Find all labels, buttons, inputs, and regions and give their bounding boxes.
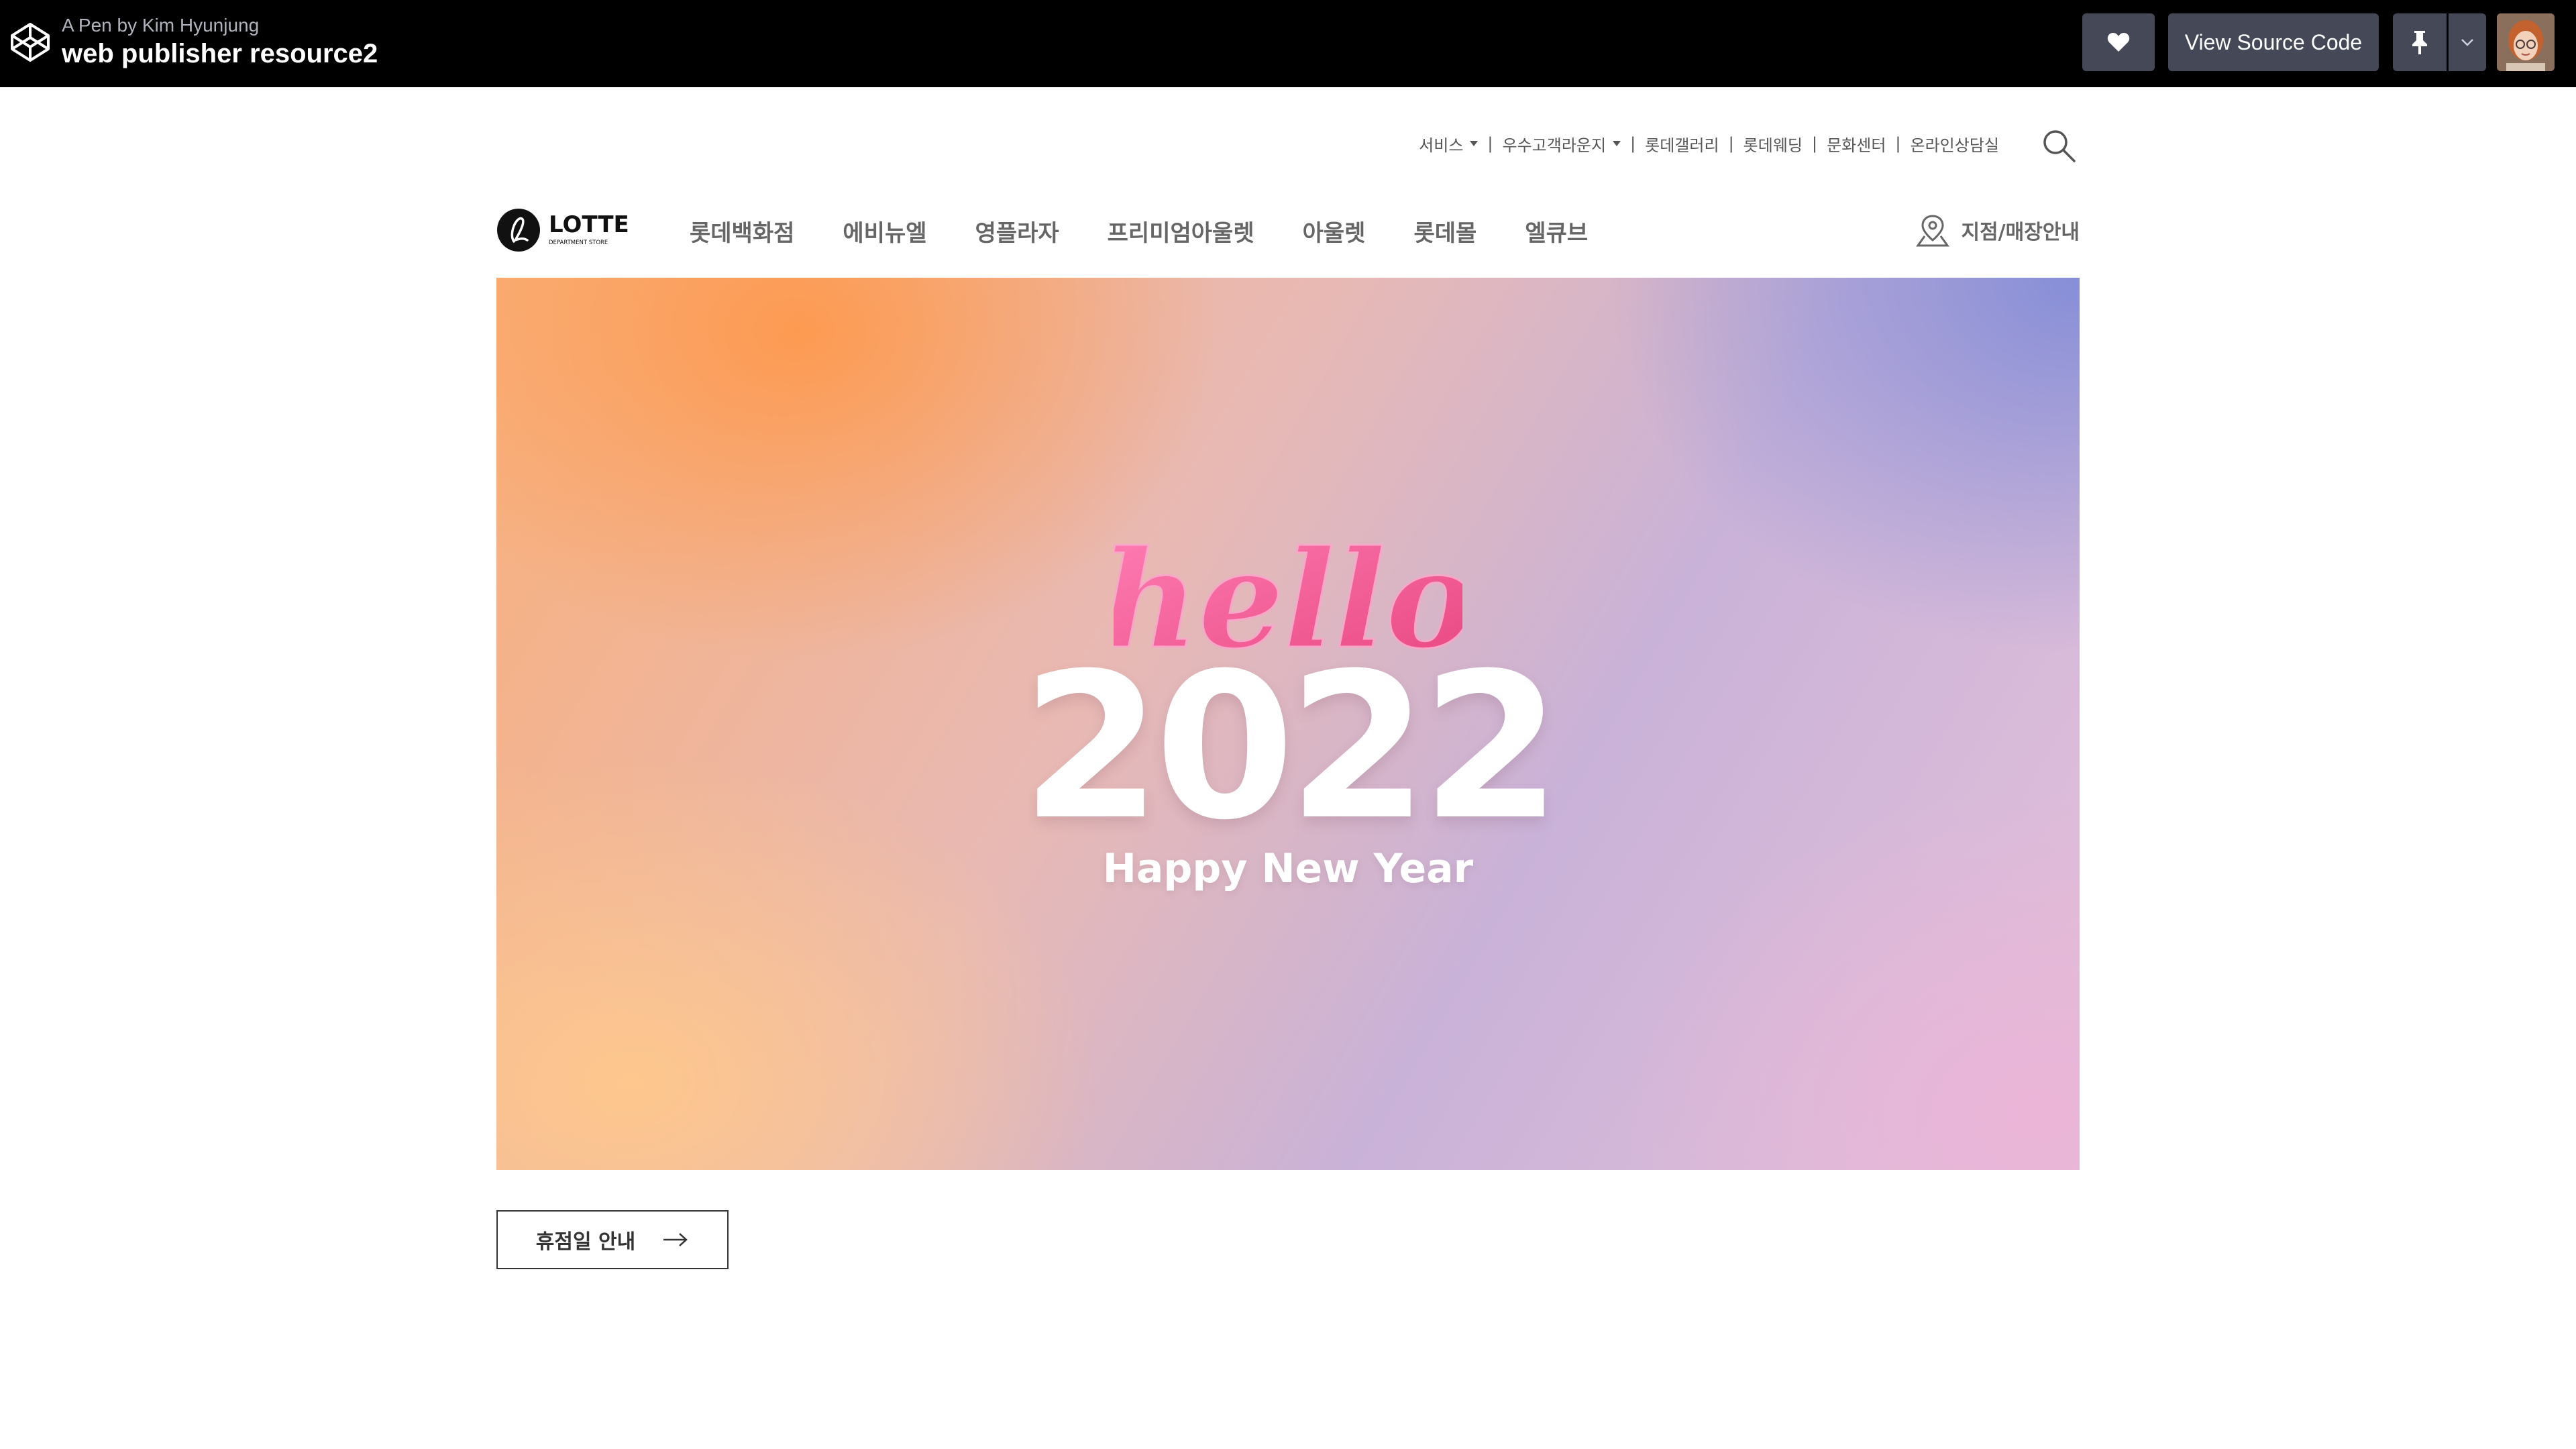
nav-item-young-plaza[interactable]: 영플라자 xyxy=(975,215,1059,247)
hello-script-graphic: hello xyxy=(1114,521,1462,680)
pin-button[interactable] xyxy=(2393,13,2447,71)
nav-item-lotte-department[interactable]: 롯데백화점 xyxy=(690,215,794,247)
view-source-button[interactable]: View Source Code xyxy=(2168,13,2379,71)
nav-item-avenuel[interactable]: 에비뉴엘 xyxy=(843,215,926,247)
util-item-online-consult[interactable]: 온라인상담실 xyxy=(1911,132,1999,156)
store-info-link[interactable]: 지점/매장안내 xyxy=(1915,213,2080,247)
avatar[interactable] xyxy=(2497,13,2555,71)
nav-item-elcube[interactable]: 엘큐브 xyxy=(1525,215,1588,247)
heart-icon xyxy=(2107,33,2130,52)
nav-item-lotte-mall[interactable]: 롯데몰 xyxy=(1413,215,1477,247)
util-item-service[interactable]: 서비스 xyxy=(1419,132,1479,156)
main-nav: 롯데백화점 에비뉴엘 영플라자 프리미엄아울렛 아울렛 롯데몰 엘큐브 xyxy=(690,215,1588,247)
logo-subtext: DEPARTMENT STORE xyxy=(549,239,608,246)
nav-item-premium-outlet[interactable]: 프리미엄아울렛 xyxy=(1108,215,1254,247)
codepen-header: A Pen by Kim Hyunjung web publisher reso… xyxy=(0,0,2576,87)
hero-banner[interactable]: 2022 hello Happy New Year xyxy=(496,278,2080,1170)
location-pin-icon xyxy=(1916,215,1950,247)
pen-title: web publisher resource2 xyxy=(62,39,378,68)
hero-subtitle: Happy New Year xyxy=(1102,845,1474,892)
user-avatar-icon xyxy=(2497,13,2555,71)
search-icon[interactable] xyxy=(2041,127,2077,164)
new-year-artwork: 2022 hello Happy New Year xyxy=(1020,519,1562,895)
arrow-right-icon xyxy=(663,1233,688,1246)
nav-item-outlet[interactable]: 아울렛 xyxy=(1303,215,1366,247)
codepen-logo-icon[interactable] xyxy=(8,20,52,64)
util-item-culture-center[interactable]: 문화센터 xyxy=(1827,132,1886,156)
like-button[interactable] xyxy=(2082,13,2155,71)
holiday-notice-label: 휴점일 안내 xyxy=(535,1230,636,1254)
utility-menu: 서비스 | 우수고객라운지 | 롯데갤러리 | 롯데웨딩 | 문화센터 | 온라… xyxy=(1419,131,1999,156)
caret-down-icon xyxy=(1613,141,1621,146)
util-item-gallery[interactable]: 롯데갤러리 xyxy=(1645,132,1719,156)
pin-menu-button[interactable] xyxy=(2449,13,2486,71)
pin-icon xyxy=(2412,31,2427,54)
util-item-vip-lounge[interactable]: 우수고객라운지 xyxy=(1503,132,1621,156)
chevron-down-icon xyxy=(2461,39,2473,46)
svg-text:hello: hello xyxy=(1114,521,1462,679)
lotte-logo[interactable]: LOTTE DEPARTMENT STORE xyxy=(496,207,637,254)
holiday-notice-button[interactable]: 휴점일 안내 xyxy=(496,1210,729,1269)
pen-byline[interactable]: A Pen by Kim Hyunjung xyxy=(62,15,259,36)
logo-text: LOTTE xyxy=(549,211,629,238)
store-info-label: 지점/매장안내 xyxy=(1961,221,2080,244)
util-item-wedding[interactable]: 롯데웨딩 xyxy=(1743,132,1803,156)
caret-down-icon xyxy=(1470,141,1479,146)
